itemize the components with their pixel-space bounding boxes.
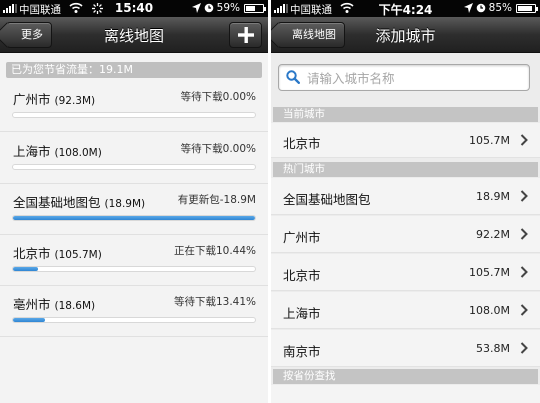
city-name: 广州市 xyxy=(283,230,321,245)
download-item[interactable]: 亳州市 (18.6M) 等待下载13.41% xyxy=(0,285,268,337)
city-name: 全国基础地图包 (18.9M) xyxy=(13,195,146,210)
download-status: 等待下载13.41% xyxy=(173,296,256,308)
status-bar: 中国联通 15:40 59% xyxy=(0,0,268,17)
download-item[interactable]: 广州市 (92.3M) 等待下载0.00% xyxy=(0,80,268,132)
province-row-partial[interactable] xyxy=(271,385,540,403)
city-size: 108.0M xyxy=(469,304,510,317)
download-status: 正在下载10.44% xyxy=(173,245,256,257)
city-name: 北京市 xyxy=(283,136,321,151)
section-header-province: 按省份查找 xyxy=(273,369,538,384)
add-city-button[interactable] xyxy=(229,22,262,48)
city-name: 广州市 (92.3M) xyxy=(13,92,96,107)
location-arrow-icon xyxy=(463,3,473,13)
progress-bar xyxy=(12,164,256,170)
hot-city-row[interactable]: 全国基础地图包 18.9M xyxy=(271,178,540,215)
page-title: 离线地图 xyxy=(103,27,164,45)
progress-bar xyxy=(12,112,256,118)
city-name: 北京市 (105.7M) xyxy=(13,246,102,261)
nav-bar: 更多 离线地图 xyxy=(0,17,268,53)
chevron-right-icon xyxy=(520,304,528,316)
city-size: (105.7M) xyxy=(54,249,102,261)
city-size: 53.8M xyxy=(476,342,510,355)
download-item[interactable]: 上海市 (108.0M) 等待下载0.00% xyxy=(0,132,268,184)
section-header-current: 当前城市 xyxy=(273,107,538,122)
download-status: 等待下载0.00% xyxy=(180,143,256,155)
city-name: 上海市 (108.0M) xyxy=(13,144,102,159)
battery-icon xyxy=(244,3,266,13)
city-name: 北京市 xyxy=(283,268,321,283)
current-city-row[interactable]: 北京市 105.7M xyxy=(271,123,540,158)
city-name: 南京市 xyxy=(283,344,321,359)
hot-city-row[interactable]: 南京市 53.8M xyxy=(271,330,540,367)
city-size: (92.3M) xyxy=(54,95,96,107)
download-status: 等待下载0.00% xyxy=(180,91,256,103)
chevron-right-icon xyxy=(520,190,528,202)
battery-percent: 59% xyxy=(216,2,240,14)
section-header-hot: 热门城市 xyxy=(273,162,538,177)
hot-city-row[interactable]: 北京市 105.7M xyxy=(271,254,540,291)
offline-map-screen: 中国联通 15:40 59% 更多 离线地图 已为您节省流量：19.1M 广州市… xyxy=(0,0,268,403)
chevron-right-icon xyxy=(520,342,528,354)
progress-bar xyxy=(12,317,256,323)
chevron-right-icon xyxy=(520,228,528,240)
city-size: (18.9M) xyxy=(104,198,146,210)
search-box[interactable] xyxy=(278,64,530,91)
download-status: 有更新包-18.9M xyxy=(177,194,256,206)
page-title: 添加城市 xyxy=(375,27,436,45)
city-search-input[interactable] xyxy=(307,68,507,88)
chevron-right-icon xyxy=(520,266,528,278)
battery-icon xyxy=(516,3,538,13)
battery-percent: 85% xyxy=(488,2,512,14)
hot-city-row[interactable]: 上海市 108.0M xyxy=(271,292,540,329)
progress-fill xyxy=(13,267,39,271)
hot-city-row[interactable]: 广州市 92.2M xyxy=(271,216,540,253)
city-name: 上海市 xyxy=(283,306,321,321)
add-city-screen: 中国联通 下午4:24 85% 离线地图 添加城市 当前城市 北京市 105.7… xyxy=(271,0,540,403)
progress-bar xyxy=(12,215,256,221)
alarm-clock-icon xyxy=(204,3,213,13)
location-arrow-icon xyxy=(191,3,201,13)
chevron-right-icon xyxy=(520,134,528,146)
search-icon xyxy=(286,70,300,84)
city-size: 105.7M xyxy=(469,266,510,279)
city-name: 亳州市 (18.6M) xyxy=(13,297,96,312)
status-bar: 中国联通 下午4:24 85% xyxy=(271,0,540,17)
city-size: 105.7M xyxy=(469,134,510,147)
progress-fill xyxy=(13,216,255,220)
progress-bar xyxy=(12,266,256,272)
city-size: 18.9M xyxy=(476,190,510,203)
plus-icon xyxy=(238,27,254,43)
city-name: 全国基础地图包 xyxy=(283,192,371,207)
progress-fill xyxy=(13,318,46,322)
alarm-clock-icon xyxy=(476,3,485,13)
search-bar xyxy=(271,54,540,102)
city-size: 92.2M xyxy=(476,228,510,241)
download-item[interactable]: 北京市 (105.7M) 正在下载10.44% xyxy=(0,234,268,286)
city-size: (108.0M) xyxy=(54,147,102,159)
download-item[interactable]: 全国基础地图包 (18.9M) 有更新包-18.9M xyxy=(0,183,268,235)
data-savings-banner: 已为您节省流量：19.1M xyxy=(6,62,262,78)
nav-bar: 离线地图 添加城市 xyxy=(271,17,540,53)
city-size: (18.6M) xyxy=(54,300,96,312)
